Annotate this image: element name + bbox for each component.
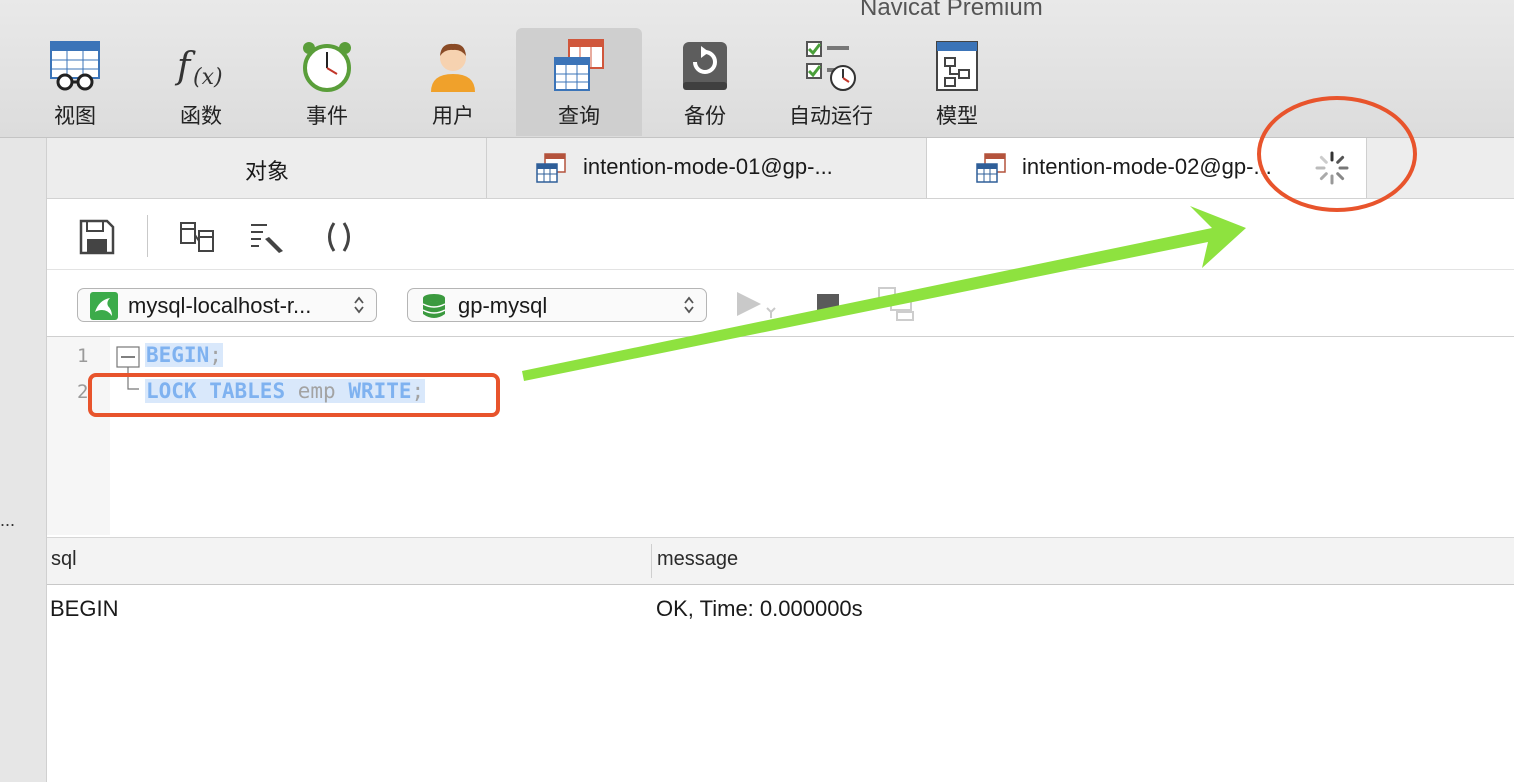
highlight-circle — [1257, 96, 1417, 212]
annotation-arrow — [522, 206, 1246, 381]
annotation-overlay — [88, 96, 1417, 417]
highlight-rectangle — [88, 373, 500, 417]
